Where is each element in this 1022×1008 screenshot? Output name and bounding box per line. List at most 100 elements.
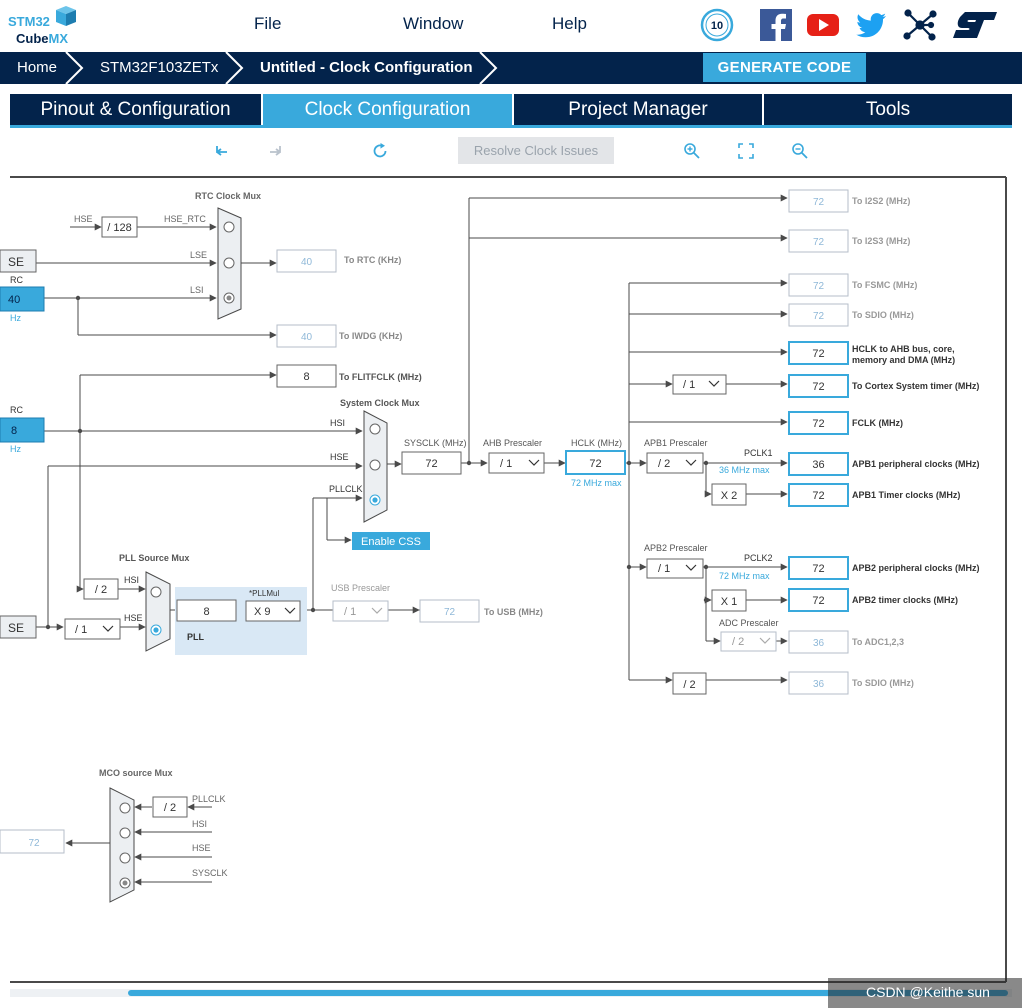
sysclk-selected-dot: [372, 497, 378, 503]
output-label: To SDIO (MHz): [852, 678, 914, 688]
adc-prescaler-label: ADC Prescaler: [719, 618, 779, 628]
menu-help[interactable]: Help: [552, 14, 587, 34]
usb-prescaler-value: / 1: [344, 606, 356, 618]
adc-prescaler-select[interactable]: [720, 631, 777, 652]
tab-underline: [10, 125, 1012, 128]
facebook-icon[interactable]: [759, 8, 793, 42]
undo-icon[interactable]: [212, 141, 232, 161]
tab-pinout[interactable]: Pinout & Configuration: [10, 94, 261, 125]
usb-output-label: To USB (MHz): [484, 607, 543, 617]
sysclk-hse-label: HSE: [330, 452, 349, 462]
pclk1-label: PCLK1: [744, 448, 773, 458]
rtc-lsi-label: LSI: [190, 285, 204, 295]
lsi-rc-label: RC: [10, 275, 23, 285]
breadcrumb-home[interactable]: Home: [17, 52, 57, 84]
hse-prediv-select[interactable]: [64, 618, 121, 640]
output-value: 72: [812, 418, 824, 430]
hclk-label: HCLK (MHz): [571, 438, 622, 448]
sysclk-hsi-label: HSI: [330, 418, 345, 428]
pll-src-hsi-label: HSI: [124, 575, 139, 585]
breadcrumb-chevron-icon: [479, 52, 498, 84]
output-label: To Cortex System timer (MHz): [852, 381, 979, 391]
10-years-badge-icon[interactable]: 10: [700, 8, 734, 42]
cortex-divider-select[interactable]: [672, 374, 727, 395]
st-logo-icon[interactable]: [951, 8, 997, 42]
pll-source-selected-dot: [153, 627, 159, 633]
pll-source-mux: [145, 571, 171, 652]
sysclk-radio-hse[interactable]: [369, 459, 381, 471]
mco-hse-label: HSE: [192, 843, 211, 853]
breadcrumb: Home STM32F103ZETx Untitled - Clock Conf…: [0, 52, 1022, 84]
hsi-rc-source[interactable]: [0, 417, 45, 443]
cortex-divider-value: / 1: [683, 379, 695, 391]
zoom-out-icon[interactable]: [790, 141, 810, 161]
pll-source-mux-title: PLL Source Mux: [119, 553, 189, 563]
output-label: APB1 peripheral clocks (MHz): [852, 459, 980, 469]
mco-radio-hse[interactable]: [119, 852, 131, 864]
mco-sysclk-label: SYSCLK: [192, 868, 228, 878]
output-value: 72: [812, 595, 824, 607]
rtc-mux-radio-hse[interactable]: [223, 221, 235, 233]
pllmul-label: *PLLMul: [249, 589, 279, 598]
output-label: FCLK (MHz): [852, 418, 903, 428]
mco-hsi-label: HSI: [192, 819, 207, 829]
pll-input-value: 8: [203, 606, 209, 618]
iwdg-output-label: To IWDG (KHz): [339, 331, 402, 341]
pll-src-hse-label: HSE: [124, 613, 143, 623]
lsi-rc-source[interactable]: [0, 286, 45, 312]
pll-source-radio-hsi[interactable]: [150, 586, 162, 598]
lsi-unit: Hz: [10, 313, 21, 323]
rtc-output-label: To RTC (KHz): [344, 255, 401, 265]
rtc-mux-radio-lse[interactable]: [223, 257, 235, 269]
refresh-icon[interactable]: [370, 141, 390, 161]
zoom-in-icon[interactable]: [682, 141, 702, 161]
apb1-timer-mul: X 2: [721, 490, 738, 502]
output-label: To FSMC (MHz): [852, 280, 917, 290]
youtube-icon[interactable]: [806, 8, 840, 42]
apb2-prescaler-value: / 1: [658, 563, 670, 575]
tab-clock-configuration[interactable]: Clock Configuration: [263, 94, 512, 125]
fit-screen-icon[interactable]: [736, 141, 756, 161]
mco-radio-hsi[interactable]: [119, 827, 131, 839]
breadcrumb-chevron-icon: [225, 52, 244, 84]
breadcrumb-current[interactable]: Untitled - Clock Configuration: [260, 52, 472, 84]
mco-mux-title: MCO source Mux: [99, 768, 173, 778]
network-icon[interactable]: [903, 8, 937, 42]
hse-rtc-divider: / 128: [107, 222, 131, 234]
menu-window[interactable]: Window: [403, 14, 463, 34]
output-label: APB2 timer clocks (MHz): [852, 595, 958, 605]
output-value: 36: [813, 638, 825, 649]
usb-output-value: 72: [444, 607, 456, 618]
lsi-value: 40: [8, 294, 20, 306]
redo-icon[interactable]: [265, 141, 285, 161]
pll-label: PLL: [187, 632, 205, 642]
apb2-prescaler-select[interactable]: [646, 558, 704, 579]
apb1-prescaler-select[interactable]: [646, 452, 704, 474]
tab-project-manager[interactable]: Project Manager: [514, 94, 762, 125]
clock-tree-diagram: RTC Clock Mux HSE HSE_RTC LSE LSI / 128 …: [0, 176, 1007, 983]
pclk2-label: PCLK2: [744, 553, 773, 563]
breadcrumb-mcu[interactable]: STM32F103ZETx: [100, 52, 218, 84]
flitfclk-output-label: To FLITFCLK (MHz): [339, 372, 422, 382]
mco-output-value: 72: [28, 838, 40, 849]
output-value: 72: [812, 490, 824, 502]
hclk-value: 72: [589, 458, 601, 470]
usb-prescaler-select[interactable]: [332, 600, 389, 622]
mco-radio-pllclk[interactable]: [119, 802, 131, 814]
output-label: APB2 peripheral clocks (MHz): [852, 563, 980, 573]
tab-tools[interactable]: Tools: [764, 94, 1012, 125]
output-label: To ADC1,2,3: [852, 637, 904, 647]
output-label-line: memory and DMA (MHz): [852, 355, 955, 365]
sysclk-radio-hsi[interactable]: [369, 423, 381, 435]
twitter-icon[interactable]: [854, 8, 888, 42]
ahb-prescaler-select[interactable]: [488, 452, 545, 474]
sysclk-label: SYSCLK (MHz): [404, 438, 467, 448]
hse-prediv-value: / 1: [75, 624, 87, 636]
output-value: 72: [813, 311, 825, 322]
menu-file[interactable]: File: [254, 14, 281, 34]
enable-css-label: Enable CSS: [361, 536, 421, 548]
apb2-timer-mul: X 1: [721, 596, 738, 608]
flitfclk-output-value: 8: [303, 371, 309, 383]
generate-code-button[interactable]: GENERATE CODE: [703, 53, 866, 82]
resolve-clock-issues-button[interactable]: Resolve Clock Issues: [458, 137, 614, 164]
